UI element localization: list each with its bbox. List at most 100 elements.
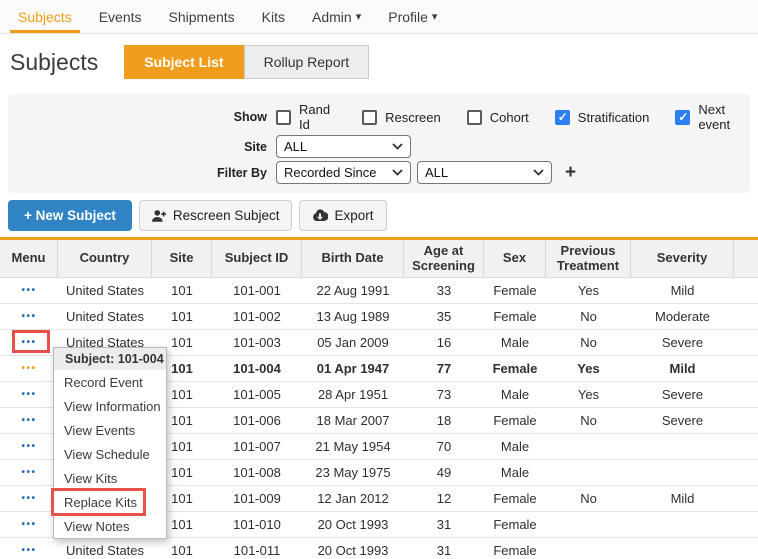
row-menu-icon[interactable]: ••• <box>21 493 36 504</box>
show-checkbox-option[interactable]: Next event <box>675 102 750 132</box>
previous-treatment-cell: Yes <box>546 382 631 407</box>
row-menu-icon[interactable]: ••• <box>21 337 36 348</box>
sex-cell: Female <box>484 304 546 329</box>
context-menu-item[interactable]: View Events <box>54 418 166 442</box>
context-menu-item[interactable]: View Kits <box>54 466 166 490</box>
rescreen-subject-button[interactable]: Rescreen Subject <box>139 200 293 231</box>
severity-cell <box>631 512 734 537</box>
country-cell: United States <box>58 278 152 303</box>
show-checkbox-option[interactable]: Rand Id <box>276 102 336 132</box>
severity-cell <box>631 460 734 485</box>
row-menu-cell: ••• <box>0 330 58 355</box>
show-checkbox-option[interactable]: Stratification <box>555 110 650 125</box>
row-menu-icon[interactable]: ••• <box>21 415 36 426</box>
empty-cell <box>734 382 758 407</box>
nav-tab[interactable]: Events <box>99 0 142 33</box>
empty-cell <box>734 434 758 459</box>
subject-id-cell: 101-004 <box>212 356 302 381</box>
show-checkbox-option[interactable]: Rescreen <box>362 110 441 125</box>
context-menu-item[interactable]: View Schedule <box>54 442 166 466</box>
context-menu-items: Record Event View Information View Event… <box>54 370 166 538</box>
row-menu-icon[interactable]: ••• <box>21 545 36 556</box>
row-menu-icon[interactable]: ••• <box>21 441 36 452</box>
table-row: ••• United States 101 101-011 20 Oct 199… <box>0 538 758 559</box>
sex-cell: Female <box>484 512 546 537</box>
severity-cell: Mild <box>631 278 734 303</box>
context-menu-item[interactable]: Record Event <box>54 370 166 394</box>
filter-value-select[interactable]: ALL <box>417 161 552 184</box>
severity-cell: Mild <box>631 486 734 511</box>
row-menu-cell: ••• <box>0 304 58 329</box>
nav-tab[interactable]: Profile <box>388 0 437 33</box>
nav-tab[interactable]: Subjects <box>18 0 72 33</box>
empty-cell <box>734 460 758 485</box>
severity-cell: Moderate <box>631 304 734 329</box>
table-header-cell: Age at Screening <box>404 240 484 277</box>
site-cell: 101 <box>152 278 212 303</box>
nav-tab[interactable]: Shipments <box>169 0 235 33</box>
row-menu-icon[interactable]: ••• <box>21 363 36 374</box>
country-cell: United States <box>58 304 152 329</box>
checkbox-icon[interactable] <box>362 110 377 125</box>
birth-date-cell: 28 Apr 1951 <box>302 382 404 407</box>
row-menu-cell: ••• <box>0 278 58 303</box>
subject-id-cell: 101-006 <box>212 408 302 433</box>
new-subject-button[interactable]: + New Subject <box>8 200 132 231</box>
checkbox-icon[interactable] <box>675 110 690 125</box>
age-cell: 70 <box>404 434 484 459</box>
person-plus-icon <box>152 209 167 223</box>
show-label: Show <box>8 110 276 124</box>
country-cell: United States <box>58 538 152 559</box>
view-tab-button[interactable]: Rollup Report <box>244 45 370 79</box>
table-header-cell: Birth Date <box>302 240 404 277</box>
checkbox-icon[interactable] <box>276 110 291 125</box>
context-menu-item[interactable]: View Information <box>54 394 166 418</box>
nav-tab[interactable]: Kits <box>262 0 285 33</box>
view-tab-button[interactable]: Subject List <box>124 45 243 79</box>
empty-cell <box>734 304 758 329</box>
previous-treatment-cell: No <box>546 330 631 355</box>
table-header-cell: Country <box>58 240 152 277</box>
filter-type-select[interactable]: Recorded Since <box>276 161 411 184</box>
site-cell: 101 <box>152 538 212 559</box>
site-select[interactable]: ALL <box>276 135 411 158</box>
action-bar: + New Subject Rescreen Subject Export <box>8 200 758 231</box>
show-checkbox-option[interactable]: Cohort <box>467 110 529 125</box>
subject-id-cell: 101-007 <box>212 434 302 459</box>
checkbox-icon[interactable] <box>555 110 570 125</box>
empty-cell <box>734 486 758 511</box>
nav-tab[interactable]: Admin <box>312 0 361 33</box>
row-menu-icon[interactable]: ••• <box>21 389 36 400</box>
subject-id-cell: 101-003 <box>212 330 302 355</box>
checkbox-icon[interactable] <box>467 110 482 125</box>
age-cell: 12 <box>404 486 484 511</box>
export-button[interactable]: Export <box>299 200 386 231</box>
table-header-cell: Menu <box>0 240 58 277</box>
caret-down-icon <box>432 10 438 23</box>
previous-treatment-cell: No <box>546 408 631 433</box>
birth-date-cell: 21 May 1954 <box>302 434 404 459</box>
row-menu-cell: ••• <box>0 512 58 537</box>
birth-date-cell: 18 Mar 2007 <box>302 408 404 433</box>
table-header-row: Menu Country Site Subject ID Birth Date … <box>0 240 758 278</box>
context-menu-item[interactable]: View Notes <box>54 514 166 538</box>
add-filter-button[interactable]: + <box>565 163 576 182</box>
row-menu-icon[interactable]: ••• <box>21 285 36 296</box>
filter-by-row: Filter By Recorded Since ALL + <box>8 161 750 184</box>
sex-cell: Female <box>484 356 546 381</box>
row-menu-icon[interactable]: ••• <box>21 467 36 478</box>
birth-date-cell: 01 Apr 1947 <box>302 356 404 381</box>
context-menu-item[interactable]: Replace Kits <box>54 490 166 514</box>
birth-date-cell: 05 Jan 2009 <box>302 330 404 355</box>
sex-cell: Male <box>484 460 546 485</box>
row-menu-icon[interactable]: ••• <box>21 519 36 530</box>
chevron-down-icon <box>392 169 403 176</box>
severity-cell: Severe <box>631 408 734 433</box>
cloud-download-icon <box>312 209 328 222</box>
previous-treatment-cell <box>546 434 631 459</box>
filter-panel: Show Rand Id Rescreen Cohort <box>8 94 750 193</box>
empty-cell <box>734 512 758 537</box>
subject-id-cell: 101-008 <box>212 460 302 485</box>
sex-cell: Female <box>484 486 546 511</box>
row-menu-icon[interactable]: ••• <box>21 311 36 322</box>
